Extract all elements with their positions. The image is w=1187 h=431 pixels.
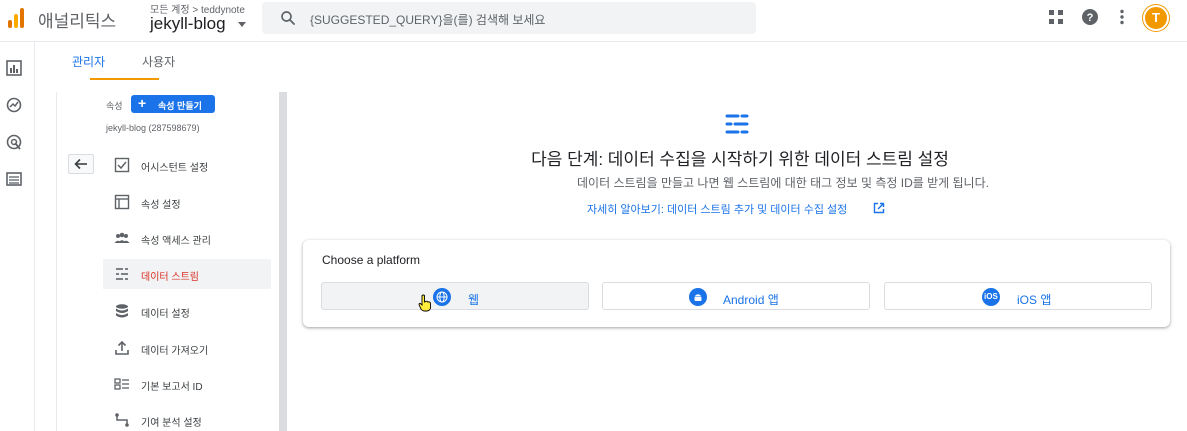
chevron-down-icon[interactable] bbox=[238, 22, 246, 27]
active-tab-indicator bbox=[90, 78, 159, 80]
search-icon bbox=[281, 11, 295, 25]
svg-text:?: ? bbox=[1087, 12, 1094, 24]
search-input[interactable]: {SUGGESTED_QUERY}을(를) 검색해 보세요 bbox=[310, 11, 545, 28]
checklist-icon bbox=[114, 157, 130, 173]
ios-icon: iOS bbox=[982, 288, 1000, 306]
panel-scrollbar[interactable] bbox=[279, 92, 287, 431]
page-description: 데이터 스트림을 만들고 나면 웹 스트림에 대한 태그 정보 및 측정 ID를… bbox=[577, 176, 989, 190]
nav-item-attribution[interactable]: 기여 분석 설정 bbox=[103, 405, 271, 431]
nav-item-data-streams[interactable]: 데이터 스트림 bbox=[103, 259, 271, 289]
globe-icon bbox=[433, 288, 451, 306]
nav-item-label: 데이터 설정 bbox=[141, 309, 190, 320]
data-stream-icon bbox=[725, 114, 749, 134]
data-stream-icon bbox=[116, 268, 128, 280]
top-bar: 애널리틱스 모든 계정 > teddynote jekyll-blog {SUG… bbox=[0, 0, 1187, 42]
nav-item-label: 속성 액세스 관리 bbox=[141, 236, 211, 247]
nav-item-label: 데이터 스트림 bbox=[141, 272, 199, 283]
avatar[interactable]: T bbox=[1143, 5, 1169, 31]
admin-tabs: 관리자 사용자 bbox=[35, 42, 1187, 80]
page-title: 다음 단계: 데이터 수집을 시작하기 위한 데이터 스트림 설정 bbox=[531, 150, 949, 169]
tab-admin[interactable]: 관리자 bbox=[72, 53, 105, 70]
nav-item-assistant[interactable]: 어시스턴트 설정 bbox=[103, 150, 271, 180]
explore-icon[interactable] bbox=[6, 97, 22, 113]
nav-item-label: 기여 분석 설정 bbox=[141, 418, 202, 429]
account-selector[interactable]: jekyll-blog bbox=[150, 14, 226, 34]
people-icon bbox=[114, 232, 130, 243]
ios-platform-button[interactable]: iOS iOS 앱 bbox=[884, 282, 1152, 310]
plus-icon: + bbox=[138, 95, 147, 111]
ios-platform-label: iOS 앱 bbox=[1017, 293, 1052, 307]
platform-card: Choose a platform 웹 Android 앱 iOS iOS 앱 bbox=[303, 240, 1170, 327]
analytics-logo[interactable] bbox=[6, 6, 26, 30]
web-platform-label: 웹 bbox=[468, 293, 480, 307]
nav-item-label: 데이터 가져오기 bbox=[141, 346, 209, 357]
nav-item-label: 어시스턴트 설정 bbox=[141, 163, 209, 174]
hand-cursor-icon bbox=[418, 294, 432, 312]
upload-icon bbox=[115, 340, 129, 355]
arrow-left-icon bbox=[74, 158, 87, 170]
nav-item-access-management[interactable]: 속성 액세스 관리 bbox=[103, 223, 271, 253]
tab-user[interactable]: 사용자 bbox=[142, 53, 175, 70]
platform-card-title: Choose a platform bbox=[322, 253, 421, 267]
property-icon bbox=[114, 194, 130, 210]
app-title: 애널리틱스 bbox=[38, 12, 117, 31]
create-property-label: 속성 만들기 bbox=[158, 101, 202, 111]
search-bar[interactable]: {SUGGESTED_QUERY}을(를) 검색해 보세요 bbox=[262, 2, 756, 34]
database-icon bbox=[116, 304, 128, 318]
android-platform-button[interactable]: Android 앱 bbox=[602, 282, 870, 310]
nav-item-reporting-id[interactable]: 기본 보고서 ID bbox=[103, 369, 271, 399]
android-icon bbox=[689, 288, 707, 306]
back-button[interactable] bbox=[68, 154, 94, 174]
report-id-icon bbox=[114, 378, 129, 390]
open-in-new-icon[interactable] bbox=[873, 202, 885, 214]
left-rail bbox=[0, 42, 35, 431]
web-platform-button[interactable]: 웹 bbox=[321, 282, 589, 310]
configure-icon[interactable] bbox=[6, 171, 22, 187]
reports-icon[interactable] bbox=[6, 60, 22, 76]
nav-item-label: 기본 보고서 ID bbox=[141, 382, 203, 393]
create-property-button[interactable]: + 속성 만들기 bbox=[131, 95, 215, 113]
nav-item-data-settings[interactable]: 데이터 설정 bbox=[103, 296, 271, 326]
attribution-icon bbox=[115, 413, 129, 427]
property-label: 속성 bbox=[106, 101, 123, 111]
nav-item-label: 속성 설정 bbox=[141, 200, 181, 211]
nav-item-property-settings[interactable]: 속성 설정 bbox=[103, 187, 271, 217]
advertising-icon[interactable] bbox=[6, 134, 22, 150]
property-name[interactable]: jekyll-blog (287598679) bbox=[106, 123, 200, 133]
apps-grid-icon[interactable] bbox=[1047, 8, 1065, 26]
nav-item-data-import[interactable]: 데이터 가져오기 bbox=[103, 333, 271, 363]
android-platform-label: Android 앱 bbox=[723, 293, 779, 307]
help-icon[interactable]: ? bbox=[1081, 8, 1099, 26]
learn-more-link[interactable]: 자세히 알아보기: 데이터 스트림 추가 및 데이터 수집 설정 bbox=[587, 201, 847, 217]
more-vert-icon[interactable] bbox=[1113, 8, 1131, 26]
